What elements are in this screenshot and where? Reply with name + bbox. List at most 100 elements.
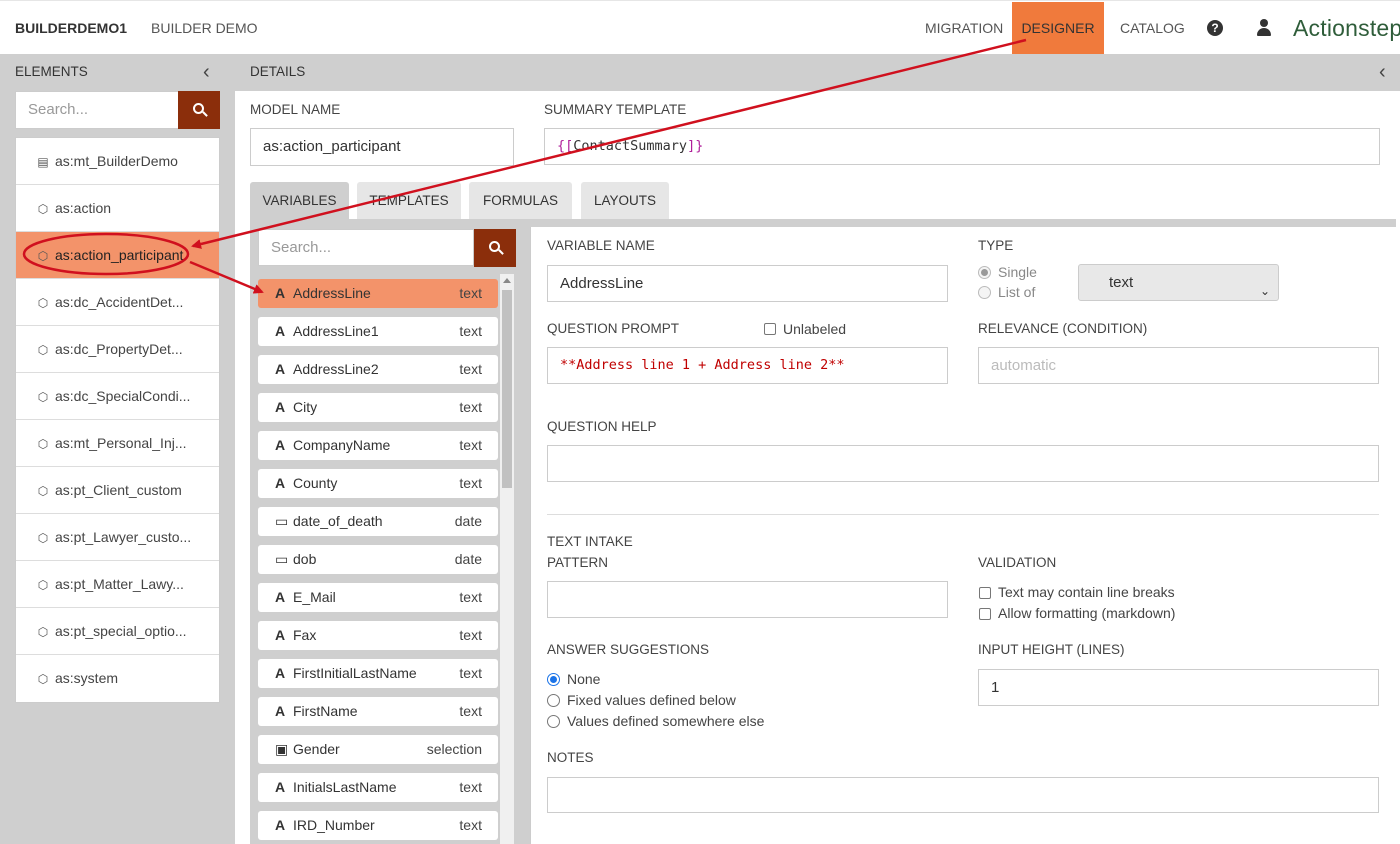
answer-none-label: None bbox=[567, 671, 601, 687]
scroll-up-arrow-icon[interactable] bbox=[503, 278, 511, 283]
unlabeled-checkbox[interactable] bbox=[764, 323, 776, 335]
tab-variables[interactable]: VARIABLES bbox=[250, 182, 349, 219]
actionstep-logo: Actionstep bbox=[1293, 15, 1400, 41]
variables-search-input[interactable]: Search... bbox=[258, 229, 474, 266]
cube-icon: ⬡ bbox=[37, 625, 49, 639]
tab-layouts[interactable]: LAYOUTS bbox=[581, 182, 669, 219]
variable-name-field[interactable]: AddressLine bbox=[547, 265, 948, 302]
variable-item[interactable]: A IRD_Number text bbox=[258, 811, 498, 840]
element-item[interactable]: ⬡ as:pt_Lawyer_custo... bbox=[16, 514, 219, 561]
text-icon: A bbox=[275, 665, 286, 681]
element-item[interactable]: ⬡ as:action bbox=[16, 185, 219, 232]
element-item[interactable]: ⬡ as:dc_PropertyDet... bbox=[16, 326, 219, 373]
type-single-radio[interactable] bbox=[978, 266, 991, 279]
app-brand[interactable]: BUILDERDEMO1 bbox=[15, 20, 127, 36]
top-bar: BUILDERDEMO1 BUILDER DEMO MIGRATION DESI… bbox=[0, 0, 1400, 54]
cube-icon: ⬡ bbox=[37, 437, 49, 451]
input-height-field[interactable]: 1 bbox=[978, 669, 1379, 706]
text-icon: A bbox=[275, 285, 286, 301]
elements-search-input[interactable]: Search... bbox=[15, 91, 179, 129]
element-item[interactable]: ⬡ as:dc_SpecialCondi... bbox=[16, 373, 219, 420]
answer-elsewhere-radio[interactable] bbox=[547, 715, 560, 728]
text-icon: A bbox=[275, 399, 286, 415]
model-name-field[interactable]: as:action_participant bbox=[250, 128, 514, 166]
cube-icon: ⬡ bbox=[37, 343, 49, 357]
answer-fixed-label: Fixed values defined below bbox=[567, 692, 736, 708]
model-name-label: MODEL NAME bbox=[250, 102, 341, 117]
variable-item[interactable]: A City text bbox=[258, 393, 498, 422]
summary-template-label: SUMMARY TEMPLATE bbox=[544, 102, 687, 117]
element-item[interactable]: ⬡ as:dc_AccidentDet... bbox=[16, 279, 219, 326]
text-icon: A bbox=[275, 475, 286, 491]
variable-item[interactable]: ▣ Gender selection bbox=[258, 735, 498, 764]
cube-icon: ⬡ bbox=[37, 202, 49, 216]
table-icon: ▤ bbox=[37, 155, 49, 169]
app-subtitle[interactable]: BUILDER DEMO bbox=[151, 20, 258, 36]
question-prompt-field[interactable]: **Address line 1 + Address line 2** bbox=[547, 347, 948, 384]
element-item[interactable]: ⬡ as:pt_Client_custom bbox=[16, 467, 219, 514]
notes-label: NOTES bbox=[547, 750, 594, 765]
line-breaks-checkbox[interactable] bbox=[979, 587, 991, 599]
variable-item[interactable]: A AddressLine2 text bbox=[258, 355, 498, 384]
element-item[interactable]: ⬡ as:mt_Personal_Inj... bbox=[16, 420, 219, 467]
tab-formulas[interactable]: FORMULAS bbox=[469, 182, 572, 219]
notes-field[interactable] bbox=[547, 777, 1379, 813]
element-item-active[interactable]: ⬡ as:action_participant bbox=[16, 232, 219, 279]
variable-item[interactable]: ▭ dob date bbox=[258, 545, 498, 574]
answer-elsewhere-label: Values defined somewhere else bbox=[567, 713, 765, 729]
type-label: TYPE bbox=[978, 238, 1014, 253]
collapse-elements-chevron-icon[interactable]: ‹ bbox=[203, 54, 210, 90]
type-select[interactable]: text ⌄ bbox=[1078, 264, 1279, 301]
variable-item-active[interactable]: A AddressLine text bbox=[258, 279, 498, 308]
elements-search-button[interactable] bbox=[178, 91, 220, 129]
element-item[interactable]: ▤ as:mt_BuilderDemo bbox=[16, 138, 219, 185]
cube-icon: ⬡ bbox=[37, 578, 49, 592]
elements-list: ▤ as:mt_BuilderDemo ⬡ as:action ⬡ as:action… bbox=[15, 137, 220, 703]
variable-item[interactable]: A FirstInitialLastName text bbox=[258, 659, 498, 688]
input-height-label: INPUT HEIGHT (LINES) bbox=[978, 642, 1125, 657]
nav-migration[interactable]: MIGRATION bbox=[911, 2, 1017, 54]
variable-item[interactable]: A AddressLine1 text bbox=[258, 317, 498, 346]
line-breaks-label: Text may contain line breaks bbox=[998, 584, 1175, 600]
variable-item[interactable]: A E_Mail text bbox=[258, 583, 498, 612]
markdown-label: Allow formatting (markdown) bbox=[998, 605, 1176, 621]
markdown-checkbox[interactable] bbox=[979, 608, 991, 620]
text-icon: A bbox=[275, 817, 286, 833]
pattern-label: PATTERN bbox=[547, 555, 609, 570]
answer-fixed-radio[interactable] bbox=[547, 694, 560, 707]
answer-none-radio[interactable] bbox=[547, 673, 560, 686]
element-item[interactable]: ⬡ as:system bbox=[16, 655, 219, 702]
relevance-field[interactable]: automatic bbox=[978, 347, 1379, 384]
nav-catalog[interactable]: CATALOG bbox=[1106, 2, 1199, 54]
variable-item[interactable]: A FirstName text bbox=[258, 697, 498, 726]
tab-underline bbox=[250, 219, 1396, 227]
variable-item[interactable]: A Fax text bbox=[258, 621, 498, 650]
pattern-field[interactable] bbox=[547, 581, 948, 618]
variables-scroll-thumb[interactable] bbox=[502, 290, 512, 488]
variable-item[interactable]: ▭ date_of_death date bbox=[258, 507, 498, 536]
variable-item[interactable]: A CompanyName text bbox=[258, 431, 498, 460]
summary-template-field[interactable]: {[ContactSummary]} bbox=[544, 128, 1380, 165]
variable-item[interactable]: A InitialsLastName text bbox=[258, 773, 498, 802]
question-prompt-label: QUESTION PROMPT bbox=[547, 321, 680, 336]
collapse-details-chevron-icon[interactable]: ‹ bbox=[1379, 54, 1386, 90]
element-item[interactable]: ⬡ as:pt_special_optio... bbox=[16, 608, 219, 655]
element-item[interactable]: ⬡ as:pt_Matter_Lawy... bbox=[16, 561, 219, 608]
text-icon: A bbox=[275, 627, 286, 643]
text-icon: A bbox=[275, 703, 286, 719]
tab-templates[interactable]: TEMPLATES bbox=[357, 182, 461, 219]
text-icon: A bbox=[275, 589, 286, 605]
variable-item[interactable]: A County text bbox=[258, 469, 498, 498]
question-help-field[interactable] bbox=[547, 445, 1379, 482]
variables-search-button[interactable] bbox=[474, 229, 516, 267]
cube-icon: ⬡ bbox=[37, 672, 49, 686]
help-icon[interactable]: ? bbox=[1207, 20, 1223, 36]
type-single-label: Single bbox=[998, 264, 1037, 280]
elements-heading: ELEMENTS bbox=[15, 64, 88, 79]
nav-designer[interactable]: DESIGNER bbox=[1012, 2, 1104, 54]
cube-icon: ⬡ bbox=[37, 484, 49, 498]
type-list-radio[interactable] bbox=[978, 286, 991, 299]
selection-icon: ▣ bbox=[275, 741, 289, 757]
chevron-down-icon: ⌄ bbox=[1259, 284, 1270, 298]
user-icon[interactable] bbox=[1256, 19, 1272, 37]
